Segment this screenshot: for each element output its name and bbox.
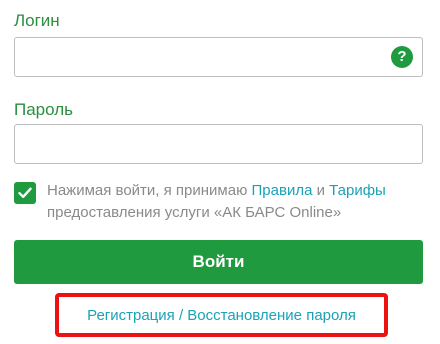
login-submit-button[interactable]: Войти [14, 240, 423, 284]
login-field-box: ? [14, 37, 423, 77]
rules-link[interactable]: Правила [252, 182, 313, 199]
login-input[interactable] [15, 38, 395, 76]
register-recover-link[interactable]: Регистрация / Восстановление пароля [59, 307, 384, 324]
checkmark-icon [18, 187, 32, 198]
login-label: Логин [14, 11, 60, 30]
password-field-box [14, 124, 423, 164]
tariffs-link[interactable]: Тарифы [329, 182, 386, 199]
consent-checkbox[interactable] [14, 182, 36, 204]
consent-text-before: Нажимая войти, я принимаю [47, 182, 252, 199]
register-highlight-frame: Регистрация / Восстановление пароля [55, 293, 388, 337]
login-form: Логин ? Пароль Нажимая войти, я принимаю… [0, 0, 440, 344]
consent-text-and: и [312, 182, 330, 199]
consent-text-after: предоставления услуги «АК БАРС Online» [47, 204, 342, 221]
question-circle-icon[interactable]: ? [391, 46, 413, 68]
password-label: Пароль [14, 100, 73, 119]
password-input[interactable] [15, 125, 395, 163]
consent-text: Нажимая войти, я принимаю Правила и Тари… [47, 180, 432, 224]
